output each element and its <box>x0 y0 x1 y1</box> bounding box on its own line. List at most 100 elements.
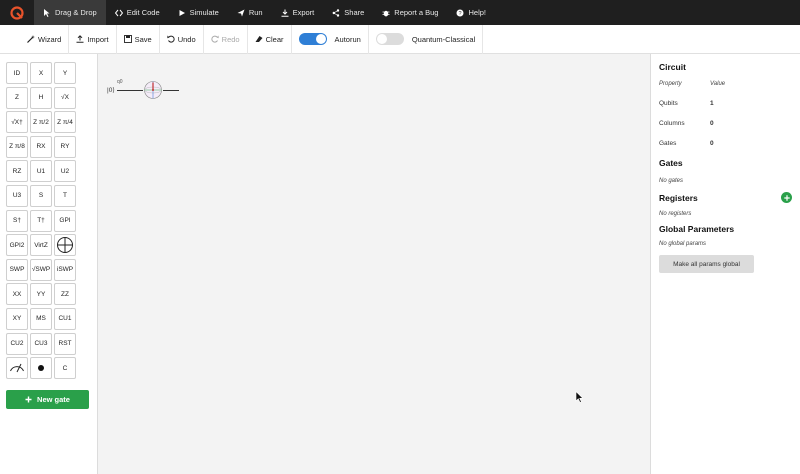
new-gate-label: New gate <box>37 395 70 404</box>
save-label: Save <box>134 34 152 44</box>
no-gates-note: No gates <box>659 178 684 184</box>
play-icon <box>179 9 185 16</box>
gate-cu1[interactable]: CU1 <box>54 307 76 330</box>
nav-share[interactable]: Share <box>323 0 373 25</box>
property-table-header: Property Value <box>659 81 792 87</box>
gate-measure[interactable] <box>6 357 28 380</box>
gate-classical[interactable]: C <box>54 357 76 380</box>
help-icon: ? <box>456 9 464 17</box>
gate-ry[interactable]: RY <box>54 135 76 158</box>
properties-panel: Circuit Property Value Qubits 1 Columns … <box>650 54 800 474</box>
gate-x[interactable]: X <box>30 62 52 84</box>
property-value: 0 <box>710 140 714 147</box>
undo-label: Undo <box>177 34 196 44</box>
gate-yy[interactable]: YY <box>30 283 52 306</box>
nav-edit-code[interactable]: Edit Code <box>106 0 169 25</box>
gate-y[interactable]: Y <box>54 62 76 84</box>
gate-xx[interactable]: XX <box>6 283 28 306</box>
global-params-section-title: Global Parameters <box>659 224 735 234</box>
property-key: Qubits <box>659 100 678 107</box>
undo-button[interactable]: Undo <box>160 24 204 54</box>
gate-rz[interactable]: RZ <box>6 160 28 183</box>
nav-run[interactable]: Run <box>228 0 272 25</box>
gate-rx[interactable]: RX <box>30 135 52 158</box>
plus-icon <box>25 396 32 403</box>
bloch-sphere-icon[interactable] <box>143 80 163 100</box>
property-key: Columns <box>659 120 685 127</box>
redo-label: Redo <box>221 34 240 44</box>
gate-zz[interactable]: ZZ <box>54 283 76 306</box>
qubit-ket[interactable]: |0⟩ <box>107 86 115 94</box>
control-dot-icon <box>38 365 44 372</box>
gate-id[interactable]: ID <box>6 62 28 84</box>
measure-icon <box>10 363 24 373</box>
nav-label: Run <box>248 8 263 17</box>
gate-virtz[interactable]: VirtZ <box>30 234 52 257</box>
gate-u3[interactable]: U3 <box>6 184 28 207</box>
redo-button[interactable]: Redo <box>204 24 248 54</box>
nav-simulate[interactable]: Simulate <box>169 0 228 25</box>
gate-z-pi-4[interactable]: Z π/4 <box>54 111 76 134</box>
nav-report-bug[interactable]: Report a Bug <box>373 0 447 25</box>
autorun-switch[interactable] <box>298 33 327 45</box>
gate-swap[interactable]: SWP <box>6 258 28 281</box>
nav-help[interactable]: ? Help! <box>447 0 495 25</box>
code-icon <box>114 9 123 16</box>
eraser-icon <box>255 36 263 42</box>
gate-z-pi-8[interactable]: Z π/8 <box>6 135 28 158</box>
wizard-button[interactable]: Wizard <box>20 24 70 54</box>
nav-label: Help! <box>468 8 486 17</box>
gate-z-pi-2[interactable]: Z π/2 <box>30 111 52 134</box>
property-row-qubits: Qubits 1 <box>659 100 792 107</box>
gate-sqrt-x-dagger[interactable]: √X† <box>6 111 28 134</box>
quantum-classical-switch[interactable] <box>375 33 404 45</box>
plus-icon <box>783 194 790 201</box>
nav-label: Simulate <box>189 8 219 17</box>
import-button[interactable]: Import <box>69 24 117 54</box>
registers-header: Registers <box>659 192 792 203</box>
gate-cnot-target[interactable] <box>54 234 76 257</box>
new-gate-button[interactable]: New gate <box>6 390 89 409</box>
nav-export[interactable]: Export <box>272 0 324 25</box>
add-register-button[interactable] <box>781 192 792 203</box>
no-global-params-note: No global params <box>659 241 707 247</box>
gate-palette: ID X Y Z H √X √X† Z π/2 Z π/4 Z π/8 RX R… <box>0 54 98 474</box>
make-all-params-global-button[interactable]: Make all params global <box>659 255 754 273</box>
clear-label: Clear <box>265 34 284 44</box>
gate-xy[interactable]: XY <box>6 307 28 330</box>
gate-t[interactable]: T <box>54 184 76 207</box>
quirk-logo-icon[interactable] <box>0 0 34 25</box>
qubit-label: q0 <box>117 79 123 85</box>
gate-control[interactable] <box>30 357 52 380</box>
gate-u1[interactable]: U1 <box>30 160 52 183</box>
gate-sqrt-swap[interactable]: √SWP <box>30 258 52 281</box>
gate-sqrt-x[interactable]: √X <box>54 86 76 109</box>
gate-s-dagger[interactable]: S† <box>6 209 28 232</box>
gate-gpi2[interactable]: GPI2 <box>6 234 28 257</box>
qubit-wire <box>116 89 143 91</box>
import-label: Import <box>87 34 109 44</box>
gate-iswap[interactable]: iSWP <box>54 258 76 281</box>
property-value: 0 <box>710 120 714 127</box>
gate-cu3[interactable]: CU3 <box>30 332 52 355</box>
gate-u2[interactable]: U2 <box>54 160 76 183</box>
property-row-columns: Columns 0 <box>659 120 792 127</box>
gate-ms[interactable]: MS <box>30 307 52 330</box>
gate-gpi[interactable]: GPI <box>54 209 76 232</box>
svg-text:?: ? <box>459 11 462 17</box>
no-registers-note: No registers <box>659 211 692 217</box>
gate-z[interactable]: Z <box>6 86 28 109</box>
gate-cu2[interactable]: CU2 <box>6 332 28 355</box>
gate-t-dagger[interactable]: T† <box>30 209 52 232</box>
nav-drag-drop[interactable]: Drag & Drop <box>34 0 106 25</box>
gate-s[interactable]: S <box>30 184 52 207</box>
clear-button[interactable]: Clear <box>248 24 292 54</box>
circuit-canvas[interactable]: |0⟩ q0 <box>98 54 650 474</box>
quantum-classical-toggle[interactable]: Quantum-Classical <box>369 24 484 54</box>
autorun-toggle[interactable]: Autorun <box>292 24 369 54</box>
gate-rst[interactable]: RST <box>54 332 76 355</box>
save-button[interactable]: Save <box>117 24 160 54</box>
cursor-icon <box>44 8 50 17</box>
nav-label: Edit Code <box>126 8 160 17</box>
gate-h[interactable]: H <box>30 86 52 109</box>
